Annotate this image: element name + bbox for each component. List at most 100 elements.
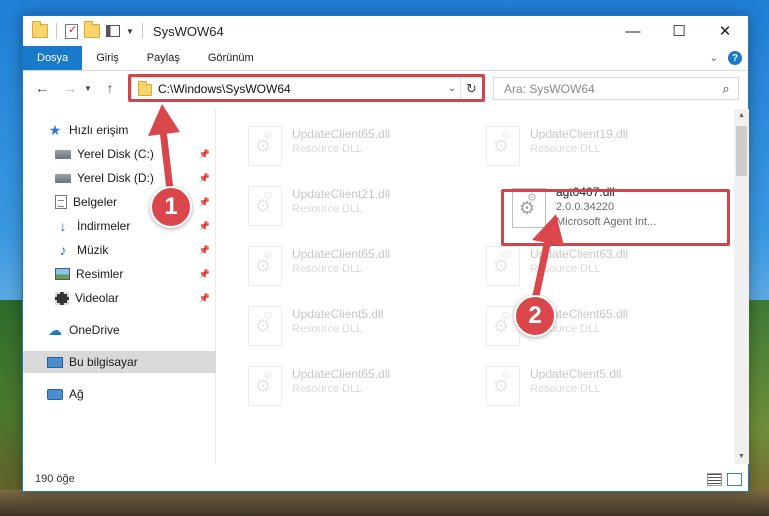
quick-access-toolbar: ▼ [23, 21, 145, 39]
help-icon[interactable]: ? [728, 51, 742, 65]
sidebar-item-network[interactable]: Ağ [23, 383, 216, 405]
file-tile[interactable]: UpdateClient5.dll Resource DLL [218, 301, 443, 353]
title-bar: ▼ SysWOW64 — ☐ ✕ [23, 16, 748, 46]
star-icon: ★ [48, 121, 62, 138]
address-path[interactable]: C:\Windows\SysWOW64 [158, 82, 444, 96]
wallpaper-right [749, 300, 769, 516]
documents-icon [55, 195, 67, 209]
toolbar-separator [141, 23, 143, 39]
ribbon-tabs: Dosya Giriş Paylaş Görünüm ⌄ ? [23, 46, 748, 71]
file-explorer-window: ▼ SysWOW64 — ☐ ✕ Dosya Giriş Paylaş Görü… [22, 15, 749, 492]
sidebar-item-quick-access[interactable]: ★ Hızlı erişim [23, 119, 216, 141]
dll-file-icon [248, 246, 282, 286]
file-name: UpdateClient65.dll [292, 247, 391, 261]
dll-file-icon [248, 306, 282, 346]
ribbon-right-controls: ⌄ ? [710, 46, 748, 70]
address-folder-icon [138, 80, 152, 96]
file-name: UpdateClient21.dll [292, 187, 391, 201]
address-bar[interactable]: C:\Windows\SysWOW64 ⌄ ↻ [131, 77, 483, 100]
file-tile[interactable]: UpdateClient65.dll Resource DLL [218, 241, 443, 293]
music-icon: ♪ [59, 242, 67, 258]
view-toggles [707, 472, 748, 486]
refresh-icon[interactable]: ↻ [460, 78, 482, 99]
file-name: UpdateClient5.dll [292, 307, 384, 321]
status-bar: 190 öğe [23, 468, 748, 490]
file-tile[interactable]: UpdateClient21.dll Resource DLL [218, 181, 443, 233]
pin-icon[interactable]: 📌 [199, 197, 210, 208]
scroll-up-arrow-icon[interactable]: ▲ [734, 109, 749, 123]
file-tile[interactable]: UpdateClient65.dll Resource DLL [456, 301, 681, 353]
pin-icon[interactable]: 📌 [199, 269, 210, 280]
file-name: UpdateClient5.dll [530, 367, 622, 381]
forward-arrow-icon[interactable]: → [59, 77, 81, 99]
expand-ribbon-chevron-icon[interactable]: ⌄ [710, 53, 718, 64]
recent-locations-chevron-icon[interactable]: ▼ [81, 77, 95, 99]
close-button[interactable]: ✕ [702, 16, 748, 46]
search-placeholder[interactable]: Ara: SysWOW64 [504, 82, 714, 96]
dll-file-icon [486, 126, 520, 166]
file-version: 2.0.0.34220 [556, 201, 615, 213]
search-icon[interactable]: ⌕ [714, 81, 738, 97]
tab-home[interactable]: Giriş [82, 46, 133, 70]
file-description: Microsoft Agent Int... [556, 216, 657, 228]
sidebar-item-label: Hızlı erişim [69, 123, 129, 137]
address-history-chevron-icon[interactable]: ⌄ [444, 83, 460, 94]
file-tile[interactable]: UpdateClient63.dll Resource DLL [456, 241, 681, 293]
pin-icon[interactable]: 📌 [199, 245, 210, 256]
tab-share[interactable]: Paylaş [133, 46, 194, 70]
file-description: Resource DLL [292, 323, 363, 335]
dll-file-icon [486, 366, 520, 406]
scroll-down-arrow-icon[interactable]: ▼ [734, 450, 749, 464]
maximize-button[interactable]: ☐ [656, 16, 702, 46]
navigation-pane: ★ Hızlı erişim Yerel Disk (C:) 📌 Yerel D… [23, 109, 216, 464]
drive-icon [55, 149, 71, 159]
properties-icon[interactable] [65, 23, 78, 39]
file-tile-agt0407[interactable]: agt0407.dll 2.0.0.34220 Microsoft Agent … [504, 183, 729, 241]
sidebar-item-local-disk-d[interactable]: Yerel Disk (D:) 📌 [23, 167, 216, 189]
details-view-icon[interactable] [707, 472, 722, 486]
toolbar-separator [56, 23, 57, 39]
large-icons-view-icon[interactable] [727, 472, 742, 486]
sidebar-item-label: Yerel Disk (C:) [77, 147, 154, 161]
sidebar-item-local-disk-c[interactable]: Yerel Disk (C:) 📌 [23, 143, 216, 165]
videos-icon [55, 291, 69, 305]
file-tile[interactable]: UpdateClient65.dll Resource DLL [218, 361, 443, 413]
dll-file-icon [248, 126, 282, 166]
tab-view[interactable]: Görünüm [194, 46, 268, 70]
file-description: Resource DLL [292, 383, 363, 395]
step-1-badge: 1 [150, 186, 192, 228]
sidebar-item-music[interactable]: ♪ Müzik 📌 [23, 239, 216, 261]
customize-toolbar-chevron-icon[interactable]: ▼ [126, 27, 134, 36]
pin-icon[interactable]: 📌 [199, 293, 210, 304]
view-options-icon[interactable] [106, 25, 120, 37]
file-name: agt0407.dll [556, 185, 615, 199]
sidebar-item-pictures[interactable]: Resimler 📌 [23, 263, 216, 285]
step-2-badge: 2 [514, 295, 556, 337]
scrollbar-thumb[interactable] [736, 126, 747, 176]
window-controls: — ☐ ✕ [610, 16, 748, 46]
file-tile[interactable]: UpdateClient19.dll Resource DLL [456, 121, 681, 173]
window-title: SysWOW64 [152, 23, 224, 39]
pin-icon[interactable]: 📌 [199, 149, 210, 160]
minimize-button[interactable]: — [610, 16, 656, 46]
search-box[interactable]: Ara: SysWOW64 ⌕ [493, 77, 739, 100]
sidebar-item-label: Ağ [69, 387, 84, 401]
tab-file[interactable]: Dosya [23, 46, 83, 70]
up-arrow-icon[interactable]: ↑ [99, 77, 121, 99]
sidebar-item-onedrive[interactable]: ☁ OneDrive [23, 319, 216, 341]
sidebar-item-videos[interactable]: Videolar 📌 [23, 287, 216, 309]
file-tile[interactable]: UpdateClient65.dll Resource DLL [218, 121, 443, 173]
file-name: UpdateClient63.dll [530, 247, 629, 261]
sidebar-item-this-pc[interactable]: Bu bilgisayar [23, 351, 216, 373]
dll-file-icon [248, 366, 282, 406]
pin-icon[interactable]: 📌 [199, 221, 210, 232]
download-icon: ↓ [59, 218, 67, 234]
vertical-scrollbar[interactable]: ▲ ▼ [734, 109, 749, 464]
new-folder-icon[interactable] [84, 21, 100, 38]
file-tile[interactable]: UpdateClient5.dll Resource DLL [456, 361, 681, 413]
sidebar-item-label: Belgeler [73, 195, 118, 209]
back-arrow-icon[interactable]: ← [31, 77, 53, 99]
computer-icon [47, 356, 63, 368]
dll-file-icon [486, 246, 520, 286]
pin-icon[interactable]: 📌 [199, 173, 210, 184]
